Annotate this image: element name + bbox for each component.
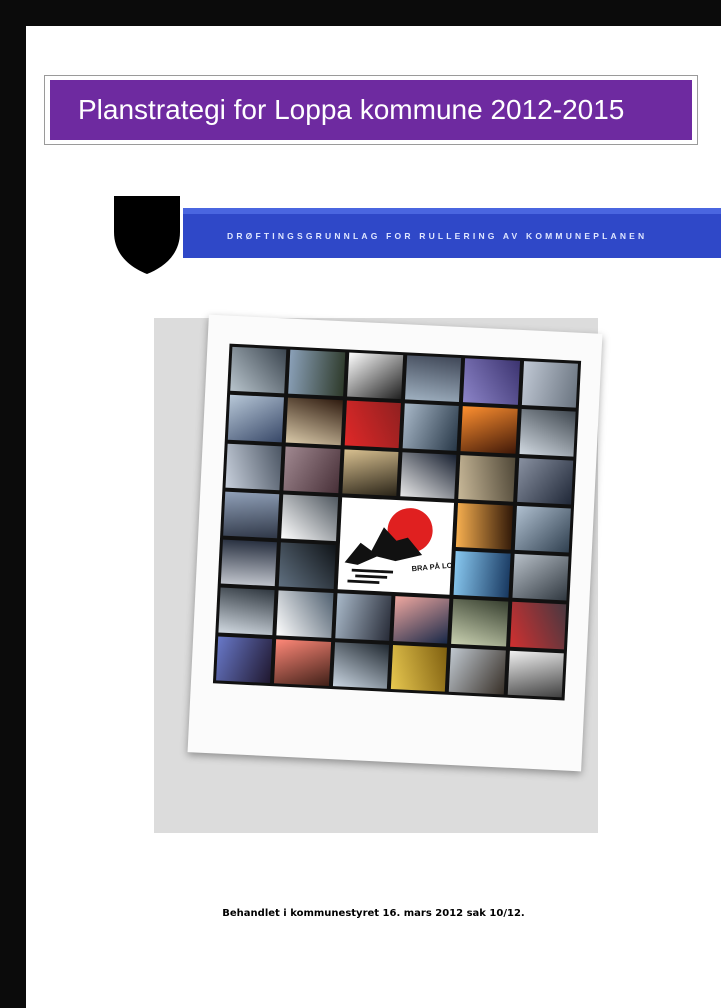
photo-tile (451, 599, 508, 647)
photo-tile (288, 349, 345, 397)
photo-tile (223, 491, 280, 539)
title-frame: Planstrategi for Loppa kommune 2012-2015 (44, 75, 698, 145)
subtitle-banner-text: DRØFTINGSGRUNNLAG FOR RULLERING AV KOMMU… (227, 231, 648, 241)
photo-tile (344, 400, 401, 448)
approval-note: Behandlet i kommunestyret 16. mars 2012 … (222, 908, 525, 919)
photo-tile (281, 494, 338, 542)
photo-tile (516, 457, 574, 505)
photo-tile (512, 553, 569, 601)
photo-tile (342, 448, 399, 496)
title-bar: Planstrategi for Loppa kommune 2012-2015 (50, 80, 692, 140)
photo-collage-frame: BRA PÅ LOPPHAVET (187, 314, 603, 772)
photo-tile (400, 451, 457, 499)
photo-tile (334, 593, 392, 641)
photo-tile (509, 602, 567, 650)
photo-tile (463, 358, 520, 406)
photo-tile (507, 650, 564, 698)
photo-tile (453, 551, 511, 599)
photo-tile (227, 395, 285, 442)
subtitle-banner: DRØFTINGSGRUNNLAG FOR RULLERING AV KOMMU… (183, 208, 721, 258)
photo-tile (230, 346, 287, 394)
photo-tile (332, 641, 390, 689)
photo-tile (405, 355, 462, 403)
photo-tile (286, 397, 343, 445)
photo-tile (283, 446, 341, 494)
photo-tile (216, 636, 273, 684)
photo-tile (390, 644, 448, 692)
photo-tile (519, 409, 576, 457)
logo-caption: BRA PÅ LOPPHAVET (411, 557, 454, 573)
photo-tile (225, 443, 282, 491)
photo-tile (279, 542, 336, 590)
loppa-logo-icon: BRA PÅ LOPPHAVET (337, 497, 488, 596)
document-title: Planstrategi for Loppa kommune 2012-2015 (78, 94, 625, 125)
photo-tile (449, 647, 506, 695)
photo-tile (220, 539, 278, 587)
photo-tile (218, 587, 275, 635)
photo-tile (514, 505, 571, 553)
photo-tile (276, 590, 334, 638)
photo-tile (521, 361, 578, 408)
photo-tile (458, 454, 515, 502)
photo-tile (402, 403, 460, 451)
shield-icon (114, 196, 180, 274)
photo-tile (460, 406, 518, 454)
photo-tile (346, 352, 404, 400)
document-page: Planstrategi for Loppa kommune 2012-2015… (26, 26, 721, 1008)
photo-collage: BRA PÅ LOPPHAVET (212, 343, 582, 701)
photo-tile (456, 502, 513, 550)
photo-tile (274, 639, 331, 686)
photo-tile (393, 596, 450, 644)
